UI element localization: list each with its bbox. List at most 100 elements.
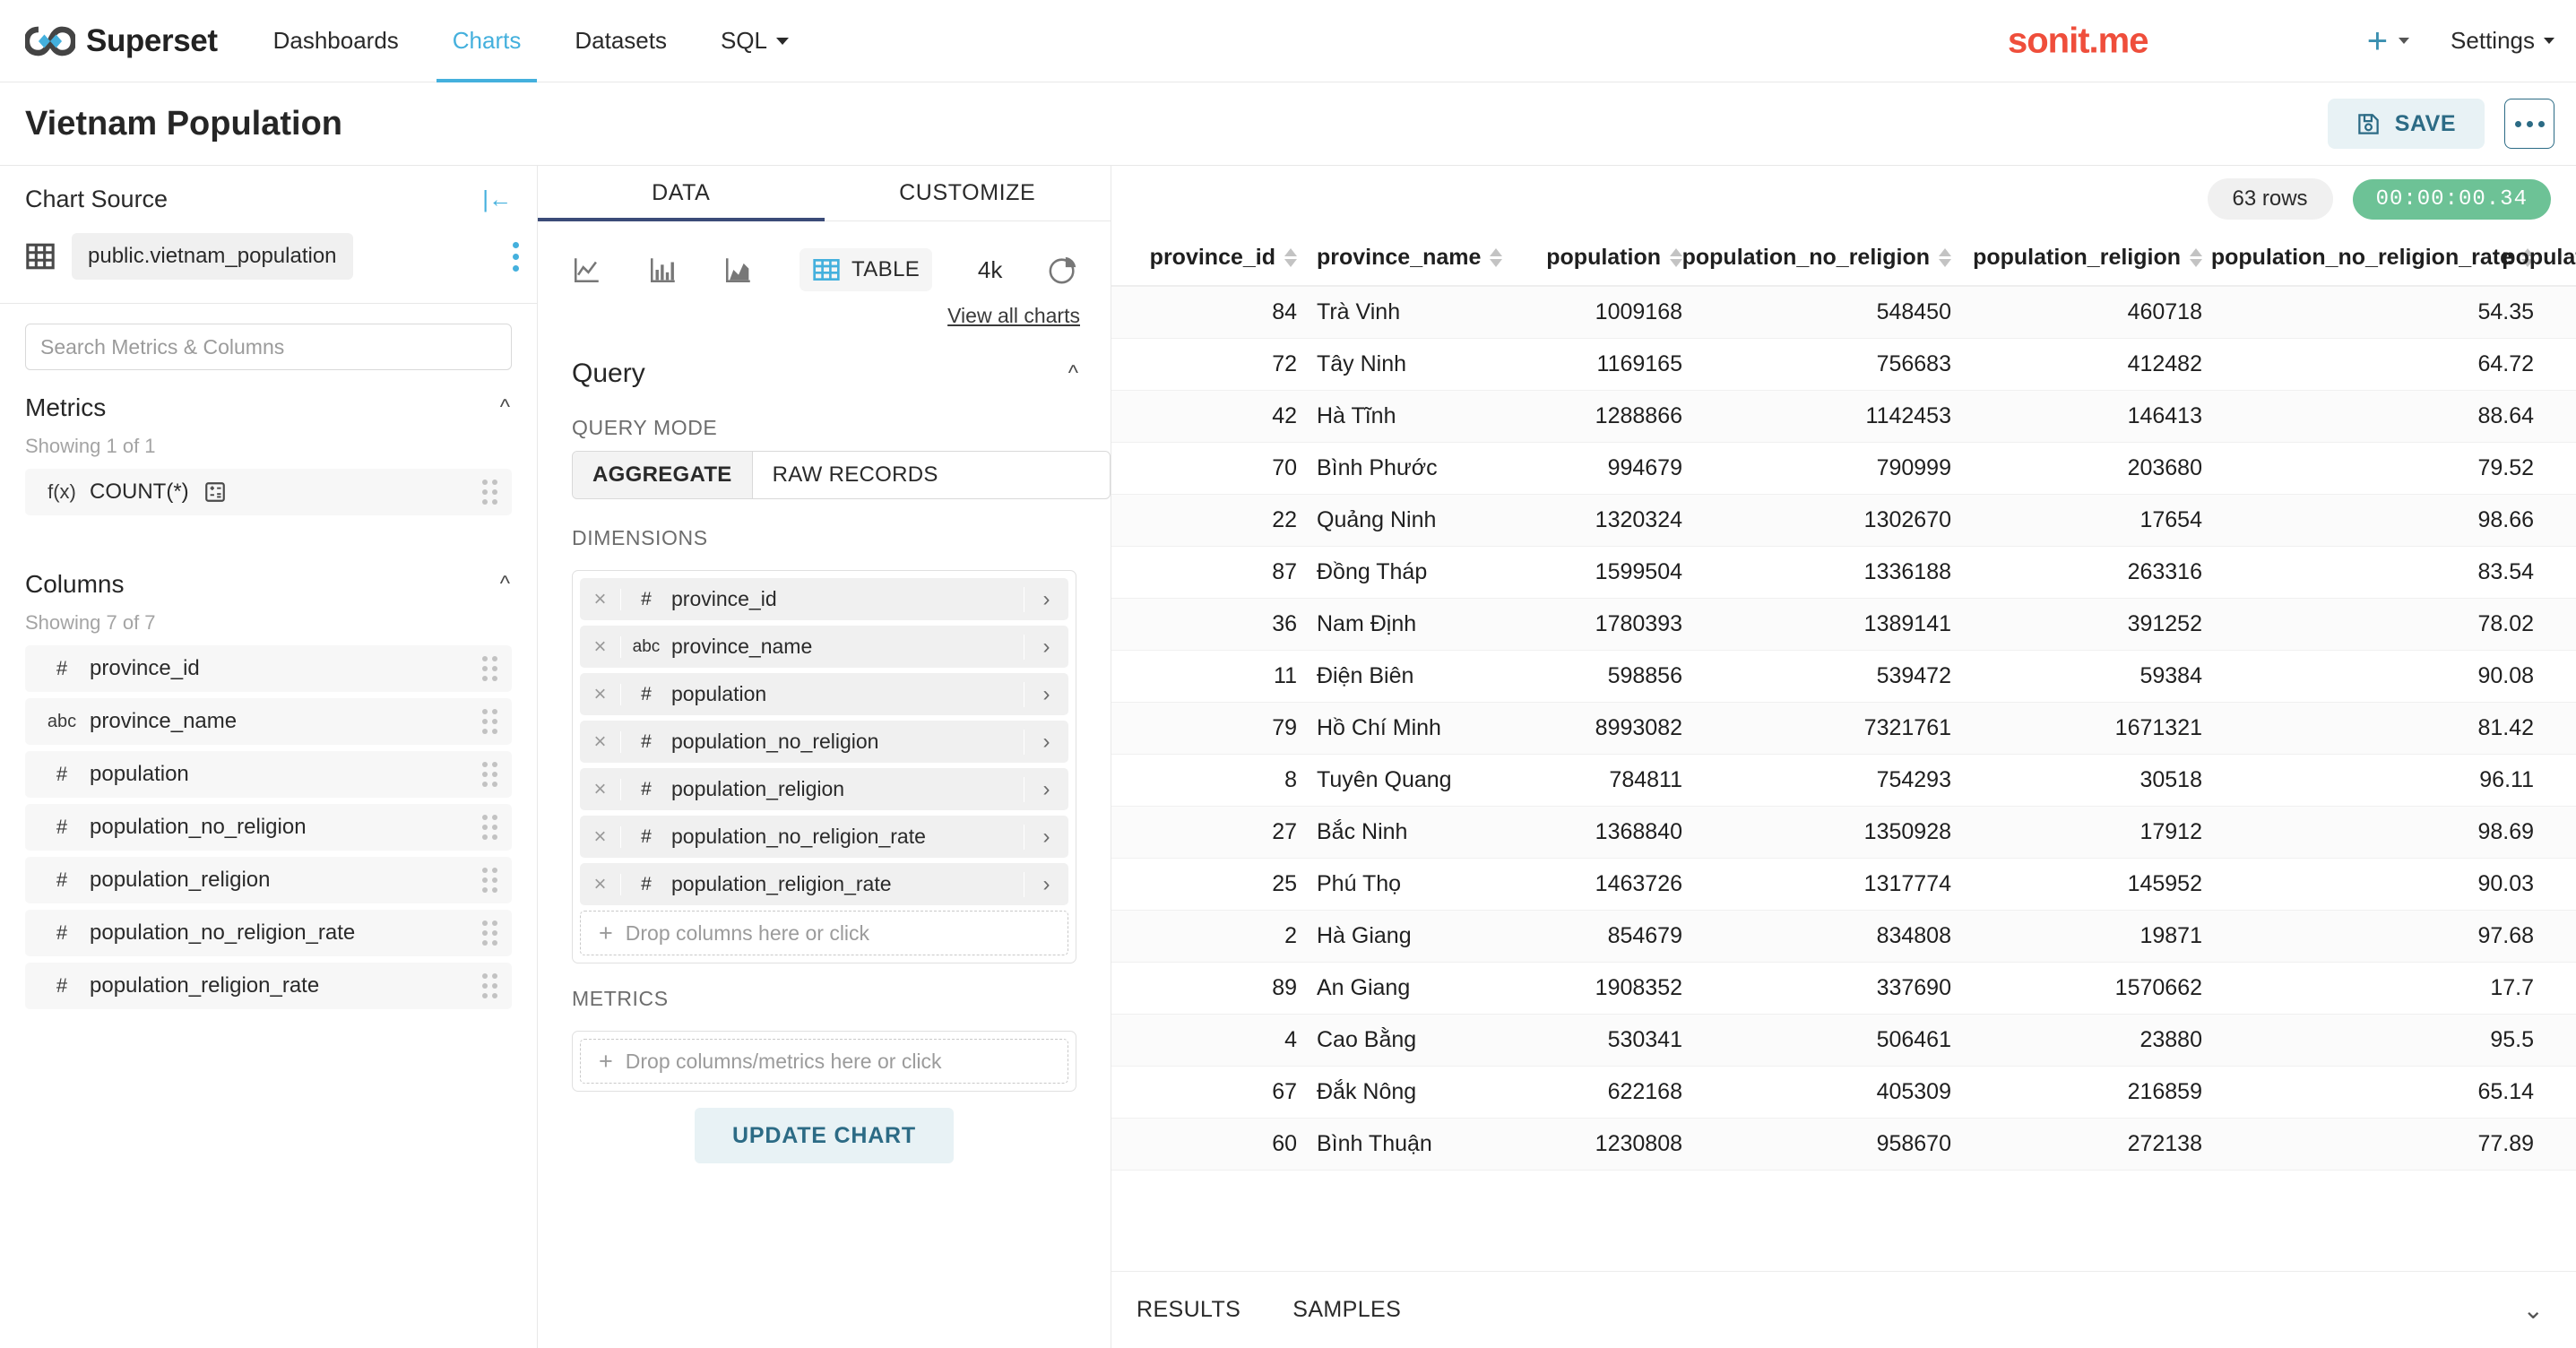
- table-row[interactable]: 36Nam Định1780393138914139125278.02: [1111, 599, 2576, 651]
- settings-menu[interactable]: Settings: [2451, 27, 2554, 55]
- remove-dimension-icon[interactable]: ×: [580, 826, 621, 848]
- sort-icon[interactable]: [1939, 248, 1951, 267]
- table-row[interactable]: 79Hồ Chí Minh89930827321761167132181.42: [1111, 703, 2576, 755]
- dimension-item[interactable]: ×#population_no_religion_rate›: [580, 816, 1068, 858]
- sort-icon[interactable]: [2190, 248, 2202, 267]
- column-item[interactable]: abcprovince_name: [25, 698, 512, 745]
- dimension-item[interactable]: ×abcprovince_name›: [580, 626, 1068, 668]
- dimension-item[interactable]: ×#population_religion›: [580, 768, 1068, 810]
- drag-handle-icon[interactable]: [482, 709, 497, 734]
- column-header-population_no_religion[interactable]: population_no_religion: [1690, 232, 1958, 286]
- table-row[interactable]: 27Bắc Ninh136884013509281791298.69: [1111, 807, 2576, 859]
- drag-handle-icon[interactable]: [482, 762, 497, 787]
- nav-link-datasets[interactable]: Datasets: [575, 0, 667, 82]
- tab-customize[interactable]: CUSTOMIZE: [825, 166, 1111, 220]
- superset-brand[interactable]: Superset: [25, 23, 218, 59]
- chevron-up-icon[interactable]: ^: [500, 572, 510, 597]
- table-row[interactable]: 42Hà Tĩnh1288866114245314641388.64: [1111, 391, 2576, 443]
- search-metrics-columns-box[interactable]: [25, 324, 512, 370]
- chevron-right-icon[interactable]: ›: [1024, 682, 1068, 707]
- page-title[interactable]: Vietnam Population: [25, 105, 342, 143]
- update-chart-button[interactable]: UPDATE CHART: [695, 1108, 954, 1163]
- table-row[interactable]: 22Quảng Ninh132032413026701765498.66: [1111, 495, 2576, 547]
- table-row[interactable]: 70Bình Phước99467979099920368079.52: [1111, 443, 2576, 495]
- drag-handle-icon[interactable]: [482, 920, 497, 946]
- drag-handle-icon[interactable]: [482, 480, 497, 505]
- column-item[interactable]: #population: [25, 751, 512, 798]
- collapse-left-icon[interactable]: |←: [482, 186, 512, 213]
- new-item-button[interactable]: +: [2367, 23, 2409, 59]
- footer-tab-results[interactable]: RESULTS: [1137, 1297, 1240, 1323]
- dimension-item[interactable]: ×#population_religion_rate›: [580, 863, 1068, 905]
- dimension-item[interactable]: ×#province_id›: [580, 578, 1068, 620]
- table-row[interactable]: 11Điện Biên5988565394725938490.08: [1111, 651, 2576, 703]
- chevron-right-icon[interactable]: ›: [1024, 587, 1068, 612]
- table-row[interactable]: 25Phú Thọ1463726131777414595290.03: [1111, 859, 2576, 911]
- sort-icon[interactable]: [1670, 248, 1682, 267]
- remove-dimension-icon[interactable]: ×: [580, 636, 621, 658]
- table-row[interactable]: 89An Giang1908352337690157066217.7: [1111, 963, 2576, 1015]
- remove-dimension-icon[interactable]: ×: [580, 731, 621, 753]
- remove-dimension-icon[interactable]: ×: [580, 684, 621, 705]
- remove-dimension-icon[interactable]: ×: [580, 874, 621, 895]
- chevron-right-icon[interactable]: ›: [1024, 730, 1068, 755]
- nav-link-dashboards[interactable]: Dashboards: [273, 0, 399, 82]
- dimension-item[interactable]: ×#population›: [580, 673, 1068, 715]
- column-item[interactable]: #population_religion: [25, 857, 512, 903]
- bar-chart-icon[interactable]: [648, 255, 679, 285]
- column-item[interactable]: #population_no_religion: [25, 804, 512, 851]
- metrics-drop-zone[interactable]: + Drop columns/metrics here or click: [580, 1039, 1068, 1084]
- table-row[interactable]: 60Bình Thuận123080895867027213877.89: [1111, 1119, 2576, 1171]
- column-header-population_no_religion_rate[interactable]: population_no_religion_rate: [2209, 232, 2541, 286]
- nav-link-sql[interactable]: SQL: [721, 0, 789, 82]
- pie-chart-icon[interactable]: [1048, 255, 1078, 285]
- nav-link-charts[interactable]: Charts: [453, 0, 522, 82]
- tab-data[interactable]: DATA: [538, 166, 825, 220]
- column-header-population_religion[interactable]: population_religion: [1958, 232, 2209, 286]
- table-row[interactable]: 2Hà Giang8546798348081987197.68: [1111, 911, 2576, 963]
- dataset-name-pill[interactable]: public.vietnam_population: [72, 233, 353, 280]
- column-item[interactable]: #population_religion_rate: [25, 963, 512, 1009]
- chevron-right-icon[interactable]: ›: [1024, 635, 1068, 660]
- table-row[interactable]: 87Đồng Tháp1599504133618826331683.54: [1111, 547, 2576, 599]
- dimensions-drop-zone[interactable]: + Drop columns here or click: [580, 911, 1068, 955]
- results-table-wrapper[interactable]: province_idprovince_namepopulationpopula…: [1111, 232, 2576, 1271]
- remove-dimension-icon[interactable]: ×: [580, 779, 621, 800]
- drag-handle-icon[interactable]: [482, 973, 497, 998]
- chevron-right-icon[interactable]: ›: [1024, 777, 1068, 802]
- viz-type-big-number[interactable]: 4k: [978, 256, 1002, 284]
- drag-handle-icon[interactable]: [482, 868, 497, 893]
- column-item[interactable]: #province_id: [25, 645, 512, 692]
- chevron-up-icon[interactable]: ^: [1068, 361, 1078, 386]
- column-item[interactable]: #population_no_religion_rate: [25, 910, 512, 956]
- table-row[interactable]: 84Trà Vinh100916854845046071854.35: [1111, 286, 2576, 339]
- chevron-down-icon[interactable]: ⌄: [2523, 1295, 2544, 1325]
- column-header-population[interactable]: population: [1497, 232, 1690, 286]
- line-chart-icon[interactable]: [572, 255, 602, 285]
- chevron-up-icon[interactable]: ^: [500, 395, 510, 420]
- chevron-right-icon[interactable]: ›: [1024, 825, 1068, 850]
- table-row[interactable]: 72Tây Ninh116916575668341248264.72: [1111, 339, 2576, 391]
- sort-icon[interactable]: [1490, 248, 1502, 267]
- table-row[interactable]: 4Cao Bằng5303415064612388095.5: [1111, 1015, 2576, 1067]
- table-row[interactable]: 8Tuyên Quang7848117542933051896.11: [1111, 755, 2576, 807]
- save-button[interactable]: SAVE: [2328, 99, 2485, 149]
- footer-tab-samples[interactable]: SAMPLES: [1292, 1297, 1401, 1323]
- area-chart-icon[interactable]: [723, 255, 754, 285]
- vertical-dots-icon[interactable]: [502, 242, 519, 272]
- dimension-item[interactable]: ×#population_no_religion›: [580, 721, 1068, 763]
- viz-type-table-selected[interactable]: TABLE: [800, 248, 932, 291]
- more-options-button[interactable]: [2504, 99, 2554, 149]
- query-mode-aggregate[interactable]: AGGREGATE: [573, 452, 752, 498]
- sort-icon[interactable]: [1284, 248, 1297, 267]
- query-mode-raw-records[interactable]: RAW RECORDS: [752, 452, 958, 498]
- chevron-right-icon[interactable]: ›: [1024, 872, 1068, 897]
- column-header-province_name[interactable]: province_name: [1304, 232, 1497, 286]
- column-header-province_id[interactable]: province_id: [1111, 232, 1304, 286]
- drag-handle-icon[interactable]: [482, 815, 497, 840]
- drag-handle-icon[interactable]: [482, 656, 497, 681]
- remove-dimension-icon[interactable]: ×: [580, 589, 621, 610]
- view-all-charts-link[interactable]: View all charts: [947, 304, 1080, 327]
- metric-item-count[interactable]: f(x) COUNT(*): [25, 469, 512, 515]
- column-header-population_religion_rate[interactable]: population_religion_rate: [2541, 232, 2576, 286]
